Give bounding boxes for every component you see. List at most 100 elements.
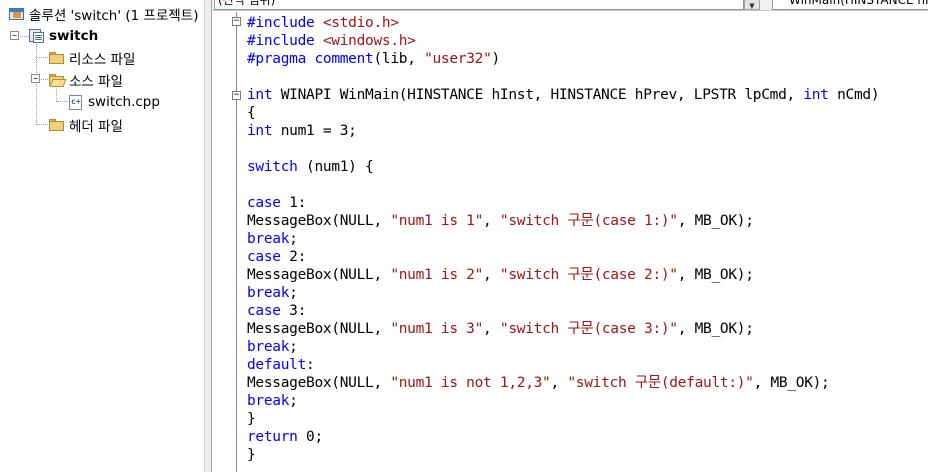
code-text: nCmd) — [828, 87, 880, 103]
code-text: , — [483, 267, 500, 283]
collapse-sources-toggle[interactable]: − — [31, 74, 40, 83]
code-line[interactable]: case 3: — [247, 302, 306, 320]
code-text: MessageBox(NULL, — [247, 375, 391, 391]
code-text: , MB_OK); — [677, 321, 754, 337]
code-keyword: return — [247, 429, 298, 445]
code-text: { — [247, 105, 256, 121]
code-line[interactable]: break; — [247, 338, 298, 356]
project-icon — [29, 29, 45, 43]
code-string: <windows.h> — [322, 33, 416, 49]
code-text: num1 = 3; — [272, 123, 357, 139]
code-text: MessageBox(NULL, — [247, 213, 391, 229]
code-string: "switch 구문(case 2:)" — [499, 267, 678, 283]
code-directive: #include — [247, 15, 323, 31]
code-keyword: case — [247, 303, 281, 319]
code-text: (num1) { — [297, 159, 374, 175]
code-line[interactable]: { — [247, 104, 256, 122]
project-label: switch — [49, 28, 99, 44]
collapse-project-toggle[interactable]: − — [10, 31, 19, 40]
code-line[interactable]: switch (num1) { — [247, 158, 374, 176]
code-line[interactable]: int num1 = 3; — [247, 122, 357, 140]
outline-line — [236, 12, 237, 472]
code-line[interactable]: } — [247, 410, 256, 428]
code-text: , MB_OK); — [677, 267, 754, 283]
code-line[interactable]: MessageBox(NULL, "num1 is 3", "switch 구문… — [247, 320, 754, 338]
solution-explorer: 솔루션 'switch' (1 프로젝트) − switch 리소스 파일 − … — [0, 0, 204, 472]
code-keyword: break — [247, 285, 290, 301]
header-files-label: 헤더 파일 — [69, 119, 123, 135]
code-string: "switch 구문(case 1:)" — [499, 213, 678, 229]
scope-dropdown-arrow-icon[interactable]: ▼ — [744, 0, 760, 10]
code-text: , — [483, 321, 500, 337]
collapse-function-toggle[interactable]: − — [232, 91, 241, 100]
code-string: "switch 구문(case 3:)" — [499, 321, 678, 337]
code-line[interactable]: MessageBox(NULL, "num1 is not 1,2,3", "s… — [247, 374, 830, 392]
tree-line — [37, 124, 48, 125]
solution-icon — [9, 7, 25, 21]
code-text: : — [306, 357, 315, 373]
resource-files-label: 리소스 파일 — [69, 52, 136, 68]
code-line[interactable]: } — [247, 446, 256, 464]
code-directive: #pragma — [247, 51, 315, 67]
tree-item-resource-files[interactable]: 리소스 파일 — [49, 47, 135, 69]
scope-dropdown[interactable]: (전역 범위) — [214, 0, 744, 10]
code-line[interactable]: default: — [247, 356, 315, 374]
folder-open-icon — [49, 73, 67, 87]
code-line[interactable]: case 2: — [247, 248, 306, 266]
code-text: 3: — [280, 303, 307, 319]
code-keyword: break — [247, 339, 290, 355]
code-keyword: case — [247, 249, 281, 265]
code-text: (lib, — [373, 51, 425, 67]
code-text: } — [247, 447, 256, 463]
code-line[interactable]: #include <windows.h> — [247, 32, 416, 50]
cpp-file-icon: c+ — [68, 94, 84, 110]
tree-item-source-files[interactable]: 소스 파일 — [49, 69, 123, 91]
code-line[interactable]: #pragma comment(lib, "user32") — [247, 50, 500, 68]
code-keyword: int — [803, 87, 829, 103]
code-line[interactable]: int WINAPI WinMain(HINSTANCE hInst, HINS… — [247, 86, 880, 104]
outline-margin — [212, 12, 238, 472]
code-string: <stdio.h> — [322, 15, 399, 31]
code-text: , MB_OK); — [753, 375, 830, 391]
code-string: "num1 is 2" — [390, 267, 484, 283]
code-line[interactable]: #include <stdio.h> — [247, 14, 399, 32]
code-line[interactable]: break; — [247, 392, 298, 410]
editor-navigation-bar: (전역 범위) ▼ WinMain(HINSTANCE hInst, HINST… — [212, 0, 928, 11]
tree-item-switch-cpp[interactable]: c+ switch.cpp — [68, 91, 160, 113]
code-line[interactable]: case 1: — [247, 194, 306, 212]
code-string: "user32" — [424, 51, 492, 67]
code-line[interactable]: MessageBox(NULL, "num1 is 1", "switch 구문… — [247, 212, 754, 230]
code-text: , — [483, 213, 500, 229]
code-string: "switch 구문(default:)" — [567, 375, 754, 391]
tree-item-project[interactable]: switch — [29, 25, 98, 47]
solution-label: 솔루션 'switch' (1 프로젝트) — [29, 8, 199, 24]
code-directive: comment — [314, 51, 374, 67]
code-line[interactable]: MessageBox(NULL, "num1 is 2", "switch 구문… — [247, 266, 754, 284]
code-text: MessageBox(NULL, — [247, 267, 391, 283]
code-directive: #include — [247, 33, 323, 49]
code-text: WINAPI WinMain(HINSTANCE hInst, HINSTANC… — [272, 87, 804, 103]
tree-item-header-files[interactable]: 헤더 파일 — [49, 114, 123, 136]
code-line[interactable]: return 0; — [247, 428, 323, 446]
code-text: ; — [289, 285, 298, 301]
function-dropdown[interactable]: WinMain(HINSTANCE hInst, HINSTANCE hPrev… — [772, 0, 928, 10]
panel-splitter[interactable] — [204, 0, 212, 472]
collapse-includes-toggle[interactable]: − — [232, 17, 241, 26]
code-text: } — [247, 411, 256, 427]
code-line[interactable]: break; — [247, 230, 298, 248]
code-text: ; — [289, 339, 298, 355]
code-text: 2: — [280, 249, 307, 265]
tree-item-solution[interactable]: 솔루션 'switch' (1 프로젝트) — [9, 3, 198, 25]
source-files-label: 소스 파일 — [69, 74, 123, 90]
code-editor[interactable]: − − #include <stdio.h> #include <windows.… — [212, 12, 928, 472]
code-text: ; — [289, 393, 298, 409]
code-keyword: switch — [247, 159, 298, 175]
code-string: "num1 is 3" — [390, 321, 484, 337]
code-text: , — [550, 375, 568, 391]
code-keyword: int — [247, 123, 273, 139]
folder-icon — [49, 51, 65, 65]
code-line[interactable]: break; — [247, 284, 298, 302]
code-text: 1: — [280, 195, 307, 211]
code-text: , MB_OK); — [677, 213, 754, 229]
tree-line — [57, 101, 67, 102]
